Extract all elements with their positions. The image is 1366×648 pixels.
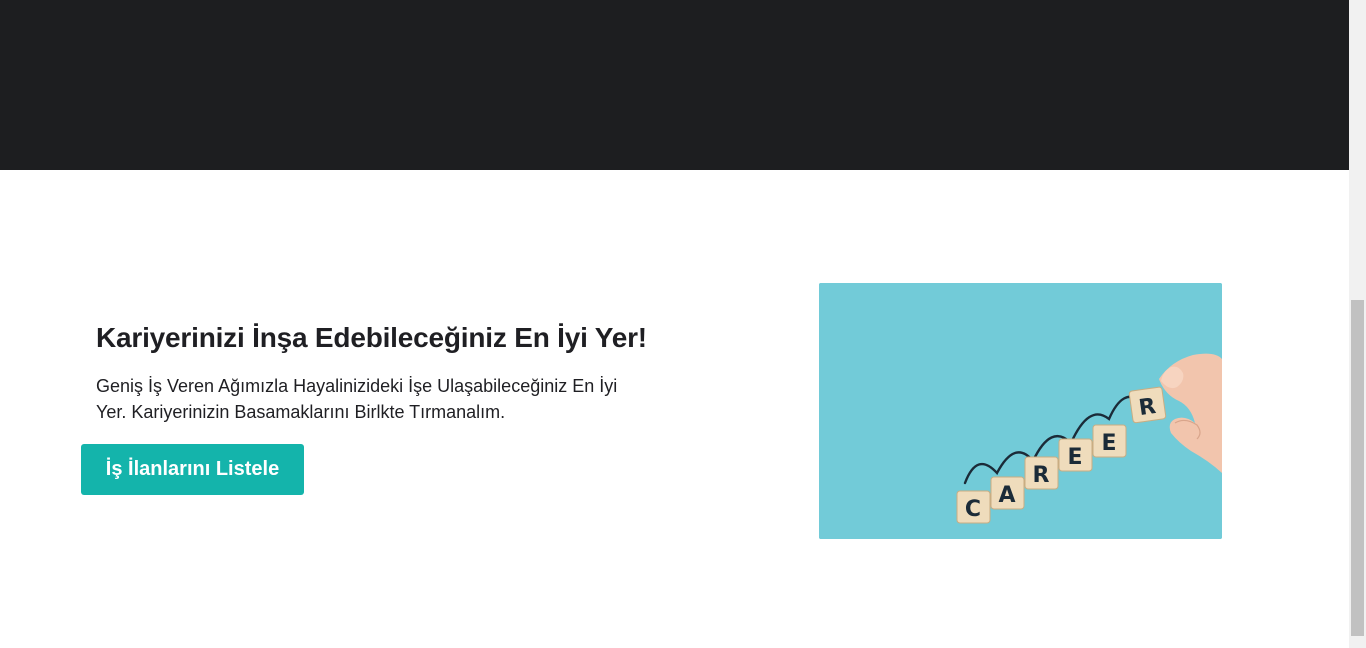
vertical-scrollbar[interactable] bbox=[1349, 0, 1366, 648]
block-letter: R bbox=[1033, 463, 1050, 488]
header-banner bbox=[0, 0, 1349, 170]
block-letter: E bbox=[1101, 431, 1116, 456]
block-letter: E bbox=[1067, 445, 1082, 470]
career-steps-image: C A R E E R bbox=[819, 283, 1222, 539]
block-letter: A bbox=[998, 483, 1015, 508]
career-illustration: C A R E E R bbox=[819, 283, 1222, 539]
hero-title: Kariyerinizi İnşa Edebileceğiniz En İyi … bbox=[96, 322, 647, 353]
hero-description: Geniş İş Veren Ağımızla Hayalinizideki İ… bbox=[96, 376, 618, 422]
block-letter: C bbox=[965, 497, 981, 522]
list-jobs-button[interactable]: İş İlanlarını Listele bbox=[81, 444, 304, 495]
block-letter: R bbox=[1137, 394, 1157, 421]
page: Kariyerinizi İnşa Edebileceğiniz En İyi … bbox=[0, 0, 1366, 648]
scrollbar-thumb[interactable] bbox=[1351, 300, 1364, 636]
